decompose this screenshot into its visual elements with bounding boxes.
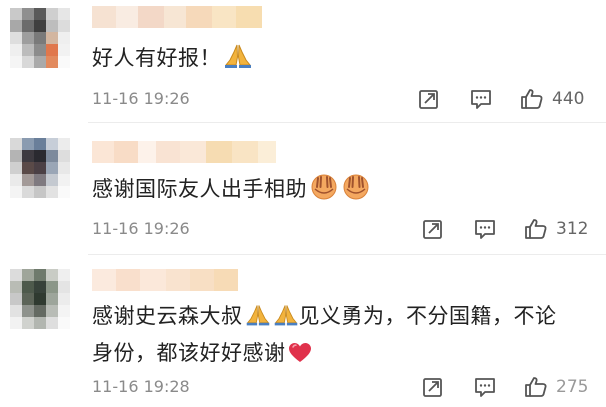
comment-time: 11-16 19:28 bbox=[92, 377, 190, 396]
comment-line-1: 感谢史云森大叔 见义勇为，不分国籍，不论 bbox=[92, 300, 557, 337]
comment-button[interactable] bbox=[474, 217, 496, 241]
comment-text: 感谢史云森大叔 见义勇为，不分国籍，不论 身份，都该好好感谢 bbox=[92, 300, 557, 374]
comment-meta: 11-16 19:28 275 bbox=[0, 375, 606, 399]
like-button[interactable]: 440 bbox=[520, 87, 584, 111]
comment-time: 11-16 19:26 bbox=[92, 219, 190, 238]
comment-text: 感谢国际友人出手相助 bbox=[92, 172, 371, 210]
thumbs-up-icon bbox=[521, 89, 543, 109]
share-button[interactable] bbox=[422, 217, 444, 241]
comment-item: 感谢史云森大叔 见义勇为，不分国籍，不论 身份，都该好好感谢 11-16 19:… bbox=[0, 255, 606, 407]
comment-time: 11-16 19:26 bbox=[92, 89, 190, 108]
hands-icon bbox=[309, 172, 339, 210]
comment-button[interactable] bbox=[470, 87, 492, 111]
comment-text: 好人有好报！ bbox=[92, 42, 253, 79]
username[interactable] bbox=[92, 141, 276, 163]
like-count: 440 bbox=[552, 89, 585, 109]
comment-icon bbox=[471, 90, 491, 109]
like-button[interactable]: 275 bbox=[524, 375, 588, 399]
like-button[interactable]: 312 bbox=[524, 217, 588, 241]
folded-hands-icon bbox=[273, 303, 299, 337]
share-icon bbox=[419, 90, 438, 109]
comment-line-2: 身份，都该好好感谢 bbox=[92, 337, 557, 374]
comment-icon bbox=[475, 378, 495, 397]
comment-icon bbox=[475, 220, 495, 239]
comment-item: 好人有好报！ 11-16 19:26 440 bbox=[0, 0, 606, 123]
thumbs-up-icon bbox=[525, 219, 547, 239]
username[interactable] bbox=[92, 269, 238, 291]
like-count: 312 bbox=[556, 219, 589, 239]
share-icon bbox=[423, 378, 442, 397]
avatar[interactable] bbox=[10, 269, 70, 329]
avatar[interactable] bbox=[10, 8, 70, 68]
comment-meta: 11-16 19:26 440 bbox=[0, 87, 606, 111]
thumbs-up-icon bbox=[525, 377, 547, 397]
avatar[interactable] bbox=[10, 138, 70, 198]
comment-button[interactable] bbox=[474, 375, 496, 399]
folded-hands-icon bbox=[245, 303, 271, 337]
username[interactable] bbox=[92, 6, 262, 28]
share-button[interactable] bbox=[418, 87, 440, 111]
comment-meta: 11-16 19:26 312 bbox=[0, 217, 606, 241]
folded-hands-icon bbox=[223, 43, 253, 79]
comment-list: 好人有好报！ 11-16 19:26 440 感谢国际友人出手相助 11-16 … bbox=[0, 0, 606, 407]
like-count: 275 bbox=[556, 377, 589, 397]
share-icon bbox=[423, 220, 442, 239]
comment-item: 感谢国际友人出手相助 11-16 19:26 312 bbox=[0, 123, 606, 255]
heart-icon bbox=[288, 341, 312, 374]
share-button[interactable] bbox=[422, 375, 444, 399]
hands-icon bbox=[341, 172, 371, 210]
